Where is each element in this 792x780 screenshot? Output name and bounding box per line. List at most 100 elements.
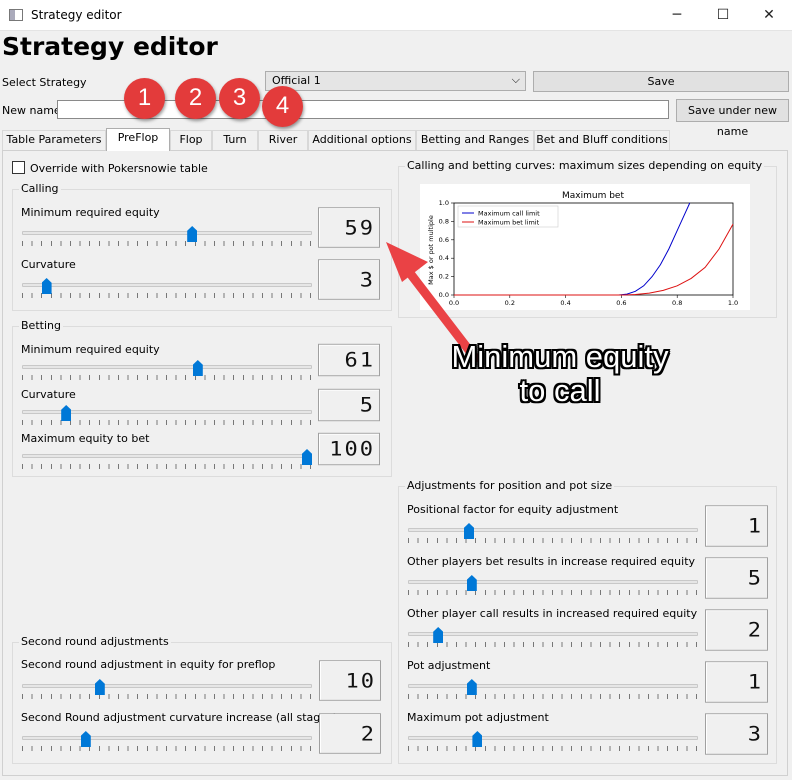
calling-min-equity-display: 59 (318, 207, 380, 248)
calling-min-equity-slider[interactable] (22, 226, 312, 252)
pot-adjustment-display: 1 (705, 661, 768, 703)
strategy-select-value: Official 1 (272, 74, 321, 87)
betting-title: Betting (19, 319, 63, 332)
y-tick-label: 0.8 (439, 217, 449, 225)
slider-handle[interactable] (187, 226, 198, 242)
slider-ticks (408, 642, 698, 647)
bet-increase-slider[interactable] (408, 575, 698, 601)
legend-label: Maximum call limit (478, 210, 540, 218)
slider-handle[interactable] (466, 679, 477, 695)
annotation-badge-1: 1 (124, 78, 165, 119)
slider-ticks (408, 538, 698, 543)
betting-min-equity-slider[interactable] (22, 360, 312, 386)
tab-additional-options[interactable]: Additional options (308, 130, 416, 150)
tab-bet-and-bluff-conditions[interactable]: Bet and Bluff conditions (534, 130, 670, 150)
slider-ticks (22, 293, 312, 298)
second-round-curvature-display: 2 (319, 713, 381, 754)
slider-groove (408, 580, 698, 584)
betting-min-equity-label: Minimum required equity (21, 343, 160, 356)
slider-ticks (22, 694, 312, 699)
override-checkbox[interactable] (12, 161, 25, 174)
slider-ticks (22, 746, 312, 751)
slider-ticks (22, 375, 312, 380)
override-label: Override with Pokersnowie table (30, 162, 208, 175)
slider-groove (22, 365, 312, 369)
second-round-curvature-label: Second Round adjustment curvature increa… (21, 711, 338, 724)
calling-min-equity-label: Minimum required equity (21, 206, 160, 219)
minimize-button[interactable]: ─ (654, 0, 700, 31)
betting-min-equity-display: 61 (318, 343, 380, 377)
slider-groove (408, 632, 698, 636)
annotation-badge-3: 3 (219, 78, 260, 119)
calling-curvature-display: 3 (318, 259, 380, 300)
legend-label: Maximum bet limit (478, 219, 540, 227)
annotation-badge-4: 4 (262, 86, 303, 127)
slider-handle[interactable] (466, 575, 477, 591)
slider-handle[interactable] (302, 449, 312, 465)
betting-max-equity-label: Maximum equity to bet (21, 432, 150, 445)
chart-title: Maximum bet (562, 191, 624, 201)
slider-handle[interactable] (472, 731, 483, 747)
slider-handle[interactable] (61, 405, 72, 421)
slider-handle[interactable] (464, 523, 474, 539)
slider-groove (22, 231, 312, 235)
save-under-new-name-button[interactable]: Save under new name (676, 99, 789, 138)
max-pot-adjustment-label: Maximum pot adjustment (407, 711, 549, 724)
tab-flop[interactable]: Flop (170, 130, 212, 150)
bet-increase-display: 5 (705, 557, 768, 599)
slider-groove (22, 454, 312, 458)
calling-curvature-label: Curvature (21, 258, 76, 271)
positional-factor-label: Positional factor for equity adjustment (407, 503, 619, 516)
x-tick-label: 0.2 (505, 299, 515, 307)
calling-title: Calling (19, 182, 61, 195)
strategy-select[interactable]: Official 1 ⌵ (265, 71, 526, 91)
betting-max-equity-slider[interactable] (22, 449, 312, 475)
second-round-equity-slider[interactable] (22, 679, 312, 705)
positional-factor-slider[interactable] (408, 523, 698, 549)
slider-groove (408, 736, 698, 740)
slider-handle[interactable] (80, 731, 91, 747)
y-tick-label: 1.0 (439, 199, 449, 207)
tab-table-parameters[interactable]: Table Parameters (2, 130, 106, 150)
max-pot-adjustment-slider[interactable] (408, 731, 698, 757)
adjustments-title: Adjustments for position and pot size (405, 479, 615, 492)
select-strategy-label: Select Strategy (2, 76, 87, 89)
app-icon (9, 9, 23, 21)
slider-ticks (22, 464, 312, 469)
betting-curvature-slider[interactable] (22, 405, 312, 431)
tab-preflop[interactable]: PreFlop (106, 128, 170, 151)
new-name-label: New name (2, 104, 61, 117)
x-tick-label: 0.8 (672, 299, 682, 307)
bet-increase-label: Other players bet results in increase re… (407, 555, 696, 568)
second-round-equity-display: 10 (319, 660, 381, 701)
x-tick-label: 1.0 (728, 299, 738, 307)
annotation-callout: Minimum equity to call (451, 339, 669, 408)
slider-ticks (408, 694, 698, 699)
call-increase-slider[interactable] (408, 627, 698, 653)
slider-handle[interactable] (433, 627, 444, 643)
close-button[interactable]: ✕ (746, 0, 792, 31)
betting-max-equity-display: 100 (318, 432, 380, 466)
second-round-curvature-slider[interactable] (22, 731, 312, 757)
slider-ticks (22, 241, 312, 246)
slider-handle[interactable] (41, 278, 52, 294)
calling-curvature-slider[interactable] (22, 278, 312, 304)
save-button[interactable]: Save (533, 71, 789, 92)
annotation-badge-2: 2 (175, 78, 216, 119)
slider-groove (408, 528, 698, 532)
slider-groove (22, 684, 312, 688)
maximize-button[interactable]: ☐ (700, 0, 746, 31)
positional-factor-display: 1 (705, 505, 768, 547)
slider-handle[interactable] (192, 360, 203, 376)
slider-handle[interactable] (94, 679, 105, 695)
pot-adjustment-slider[interactable] (408, 679, 698, 705)
tab-betting-and-ranges[interactable]: Betting and Ranges (416, 130, 534, 150)
arrow-head (386, 242, 428, 282)
page-title: Strategy editor (2, 32, 218, 61)
slider-groove (408, 684, 698, 688)
tab-turn[interactable]: Turn (212, 130, 258, 150)
second-round-equity-label: Second round adjustment in equity for pr… (21, 658, 276, 671)
chevron-down-icon: ⌵ (511, 73, 520, 86)
tab-river[interactable]: River (258, 130, 308, 150)
window-title: Strategy editor (31, 8, 122, 22)
